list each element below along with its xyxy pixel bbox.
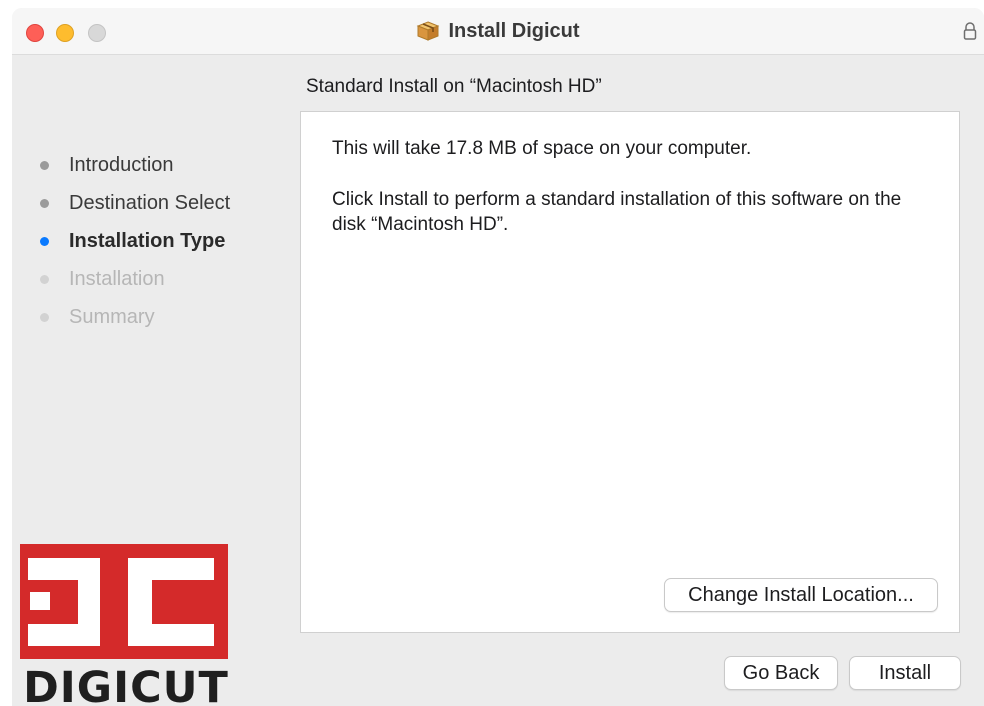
installer-window: Install Digicut Standard Install on “Mac… bbox=[12, 8, 984, 706]
install-description-text: Click Install to perform a standard inst… bbox=[332, 189, 902, 235]
window-title-group: Install Digicut bbox=[12, 18, 984, 44]
step-dot bbox=[40, 312, 49, 322]
step-label: Destination Select bbox=[69, 191, 231, 214]
title-bar: Install Digicut bbox=[12, 8, 984, 55]
lock-icon bbox=[963, 22, 977, 40]
step-introduction: Introduction bbox=[40, 146, 230, 184]
step-dot bbox=[40, 160, 49, 170]
go-back-button[interactable]: Go Back bbox=[724, 656, 838, 690]
digicut-logo: DIGICUT bbox=[20, 544, 229, 706]
step-label: Installation Type bbox=[69, 229, 226, 252]
space-required-text: This will take 17.8 MB of space on your … bbox=[332, 138, 752, 159]
step-dot bbox=[40, 274, 49, 284]
package-icon bbox=[417, 21, 440, 41]
step-destination-select: Destination Select bbox=[40, 184, 230, 222]
step-installation-type: Installation Type bbox=[40, 222, 230, 260]
step-label: Installation bbox=[69, 267, 165, 290]
step-installation: Installation bbox=[40, 260, 230, 298]
step-summary: Summary bbox=[40, 298, 230, 336]
step-dot bbox=[40, 198, 49, 208]
window-title: Install Digicut bbox=[448, 19, 580, 42]
step-label: Introduction bbox=[69, 153, 174, 176]
install-type-panel: This will take 17.8 MB of space on your … bbox=[300, 111, 960, 633]
logo-wordmark: DIGICUT bbox=[23, 663, 229, 706]
pane-title: Standard Install on “Macintosh HD” bbox=[306, 76, 602, 97]
install-button[interactable]: Install bbox=[849, 656, 961, 690]
installer-steps: Introduction Destination Select Installa… bbox=[40, 146, 230, 336]
step-label: Summary bbox=[69, 305, 155, 328]
step-dot bbox=[40, 236, 49, 246]
change-install-location-button[interactable]: Change Install Location... bbox=[664, 578, 938, 612]
